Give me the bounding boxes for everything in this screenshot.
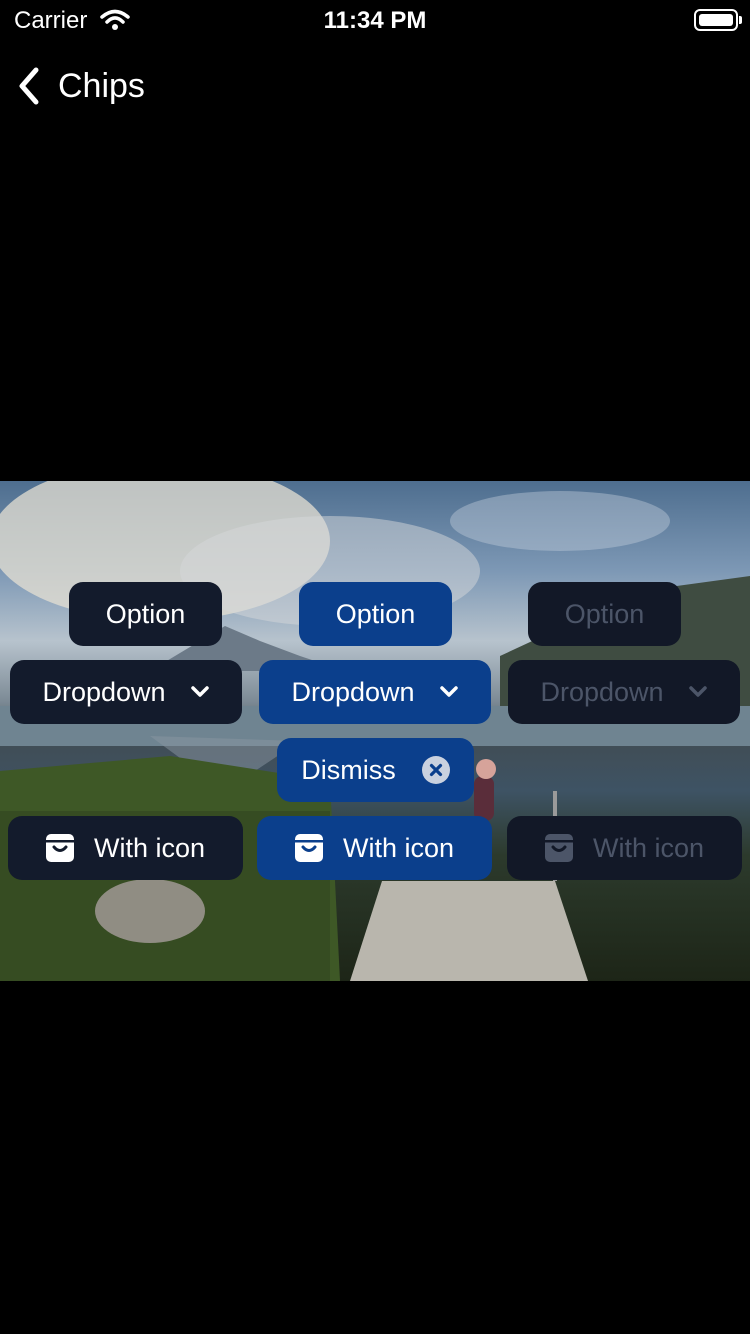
shopping-bag-icon xyxy=(45,834,74,862)
dismiss-chip-label: Dismiss xyxy=(301,754,396,785)
with-icon-chip-label: With icon xyxy=(342,832,455,863)
page-title: Chips xyxy=(58,67,145,105)
background-image xyxy=(0,481,750,981)
option-chip-label: Option xyxy=(105,598,186,629)
chevron-down-icon xyxy=(190,686,209,697)
dropdown-chip-selected[interactable]: Dropdown xyxy=(259,660,491,724)
option-chip-label: Option xyxy=(335,598,416,629)
option-chip-label: Option xyxy=(564,598,645,629)
dropdown-chip-label: Dropdown xyxy=(540,676,664,707)
chevron-left-icon[interactable] xyxy=(14,64,46,108)
close-circle-icon[interactable] xyxy=(421,756,450,784)
with-icon-chip-label: With icon xyxy=(93,832,206,863)
clock: 11:34 PM xyxy=(323,7,427,34)
with-icon-chip[interactable]: With icon xyxy=(8,816,243,880)
with-icon-chip-label: With icon xyxy=(592,832,705,863)
dropdown-chip[interactable]: Dropdown xyxy=(10,660,242,724)
option-chip-selected[interactable]: Option xyxy=(299,582,452,646)
landscape-illustration xyxy=(0,481,750,981)
chevron-down-icon xyxy=(688,686,707,697)
dropdown-chip-label: Dropdown xyxy=(42,676,166,707)
dropdown-chip-label: Dropdown xyxy=(291,676,415,707)
dropdown-chip-disabled: Dropdown xyxy=(508,660,740,724)
status-bar: Carrier 11:34 PM xyxy=(0,0,750,40)
shopping-bag-icon xyxy=(294,834,323,862)
option-chip-disabled: Option xyxy=(528,582,681,646)
chevron-down-icon xyxy=(439,686,458,697)
option-chip[interactable]: Option xyxy=(69,582,222,646)
with-icon-chip-disabled: With icon xyxy=(507,816,742,880)
shopping-bag-icon xyxy=(544,834,573,862)
with-icon-chip-selected[interactable]: With icon xyxy=(257,816,492,880)
battery-icon xyxy=(694,9,742,31)
nav-bar: Chips xyxy=(0,58,750,114)
dismiss-chip[interactable]: Dismiss xyxy=(277,738,474,802)
